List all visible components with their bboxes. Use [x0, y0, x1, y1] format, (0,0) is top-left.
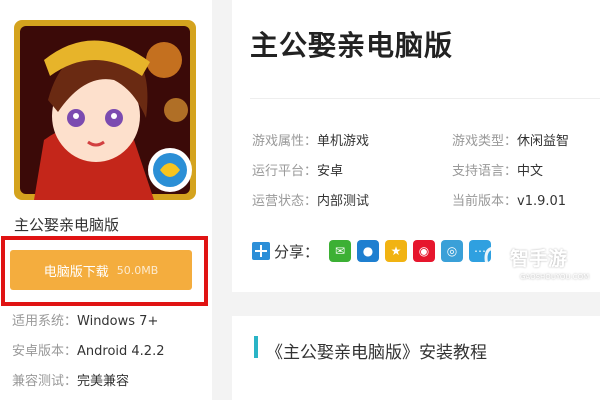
watermark-url: GAOSHOUYOU.COM [520, 273, 590, 281]
spec-android-version: 安卓版本：Android 4.2.2 [12, 344, 165, 359]
attr-status: 运营状态：内部测试 [252, 194, 370, 209]
page-title: 主公娶亲电脑版 [250, 29, 454, 62]
spec-os: 适用系统：Windows 7+ [12, 314, 159, 329]
watermark-icon [484, 245, 506, 270]
app-icon-image[interactable] [14, 20, 196, 200]
attr-version: 当前版本：v1.9.01 [452, 194, 567, 209]
download-size: 50.0MB [116, 263, 159, 277]
section-accent-bar [254, 336, 258, 358]
watermark-logo: 智手游 [484, 244, 567, 271]
weibo-icon[interactable]: ◉ [413, 240, 436, 262]
attr-platform: 运行平台：安卓 [252, 164, 344, 179]
spec-compatibility: 兼容测试：完美兼容 [12, 374, 130, 389]
download-label: 电脑版下载 [43, 264, 109, 280]
watermark-text: 智手游 [510, 248, 568, 270]
attr-game-property: 游戏属性：单机游戏 [252, 134, 370, 149]
share-bar: 分享： ✉ ● ★ ◉ ◎ ⋯ [252, 240, 492, 262]
game-character-art [14, 20, 196, 200]
pc-download-button[interactable]: 电脑版下载 50.0MB [10, 250, 192, 290]
divider [250, 98, 600, 99]
wechat-icon[interactable]: ✉ [329, 240, 352, 262]
app-name: 主公娶亲电脑版 [14, 216, 120, 234]
tutorial-heading: 《主公娶亲电脑版》安装教程 [266, 343, 487, 363]
share-label: 分享： [274, 242, 320, 261]
attr-language: 支持语言：中文 [452, 164, 544, 179]
attr-game-type: 游戏类型：休闲益智 [452, 134, 570, 149]
qzone-icon[interactable]: ★ [385, 240, 408, 262]
tencent-weibo-icon[interactable]: ◎ [441, 240, 464, 262]
qq-icon[interactable]: ● [357, 240, 380, 262]
plus-share-icon[interactable] [252, 242, 270, 260]
